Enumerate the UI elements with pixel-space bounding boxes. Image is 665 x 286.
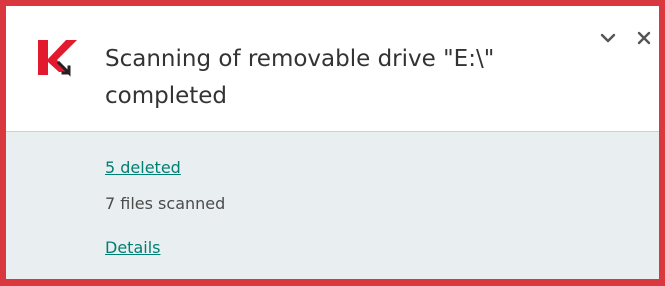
chevron-down-icon[interactable] [598,28,618,48]
deleted-files-link[interactable]: 5 deleted [105,158,181,178]
details-link[interactable]: Details [105,238,160,258]
close-icon[interactable] [634,28,654,48]
notification-title: Scanning of removable drive "E:\" comple… [105,46,495,109]
notification-details-panel: 5 deleted 7 files scanned Details [6,132,659,279]
kaspersky-logo-icon [38,40,77,77]
notification-header: Scanning of removable drive "E:\" comple… [6,6,659,132]
files-scanned-text: 7 files scanned [105,194,226,213]
notification-window: Scanning of removable drive "E:\" comple… [0,0,665,286]
